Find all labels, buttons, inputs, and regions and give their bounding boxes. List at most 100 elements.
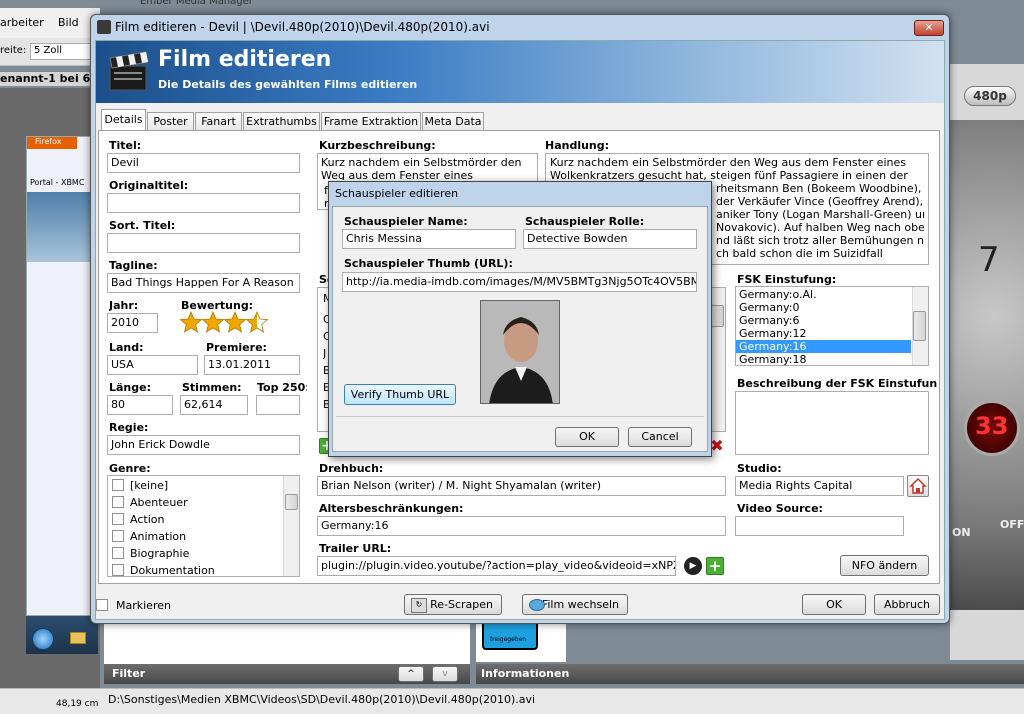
header-subtitle: Die Details des gewählten Films editiere… bbox=[158, 78, 418, 91]
sort-titel-label: Sort. Titel: bbox=[109, 219, 176, 232]
genre-list[interactable]: [keine] Abenteuer Action Animation Biogr… bbox=[107, 475, 300, 577]
actor-name-label: Schauspieler Name: bbox=[344, 215, 468, 228]
add-trailer-icon[interactable]: + bbox=[706, 557, 724, 575]
studio-input[interactable]: Media Rights Capital bbox=[735, 476, 904, 496]
sort-titel-input[interactable] bbox=[107, 233, 300, 253]
home-icon bbox=[909, 477, 927, 494]
start-orb-icon[interactable] bbox=[32, 628, 54, 650]
nfo-aendern-button[interactable]: NFO ändern bbox=[840, 555, 929, 576]
markieren-checkbox[interactable] bbox=[96, 599, 108, 611]
bg-info-label: Informationen bbox=[481, 667, 570, 680]
fsk-badge-text: freigegeben bbox=[490, 636, 527, 643]
ok-button[interactable]: OK bbox=[802, 594, 866, 615]
play-trailer-icon[interactable]: ▶ bbox=[684, 557, 702, 575]
tab-fanart[interactable]: Fanart bbox=[195, 112, 242, 130]
checkbox[interactable] bbox=[112, 530, 124, 542]
bg-app-title: Ember Media Manager bbox=[140, 0, 253, 7]
folder-icon[interactable] bbox=[70, 632, 86, 644]
jahr-input[interactable]: 2010 bbox=[107, 313, 158, 333]
dialog-app-icon bbox=[97, 20, 111, 34]
studio-home-button[interactable] bbox=[907, 475, 929, 497]
actor-name-input[interactable]: Chris Messina bbox=[342, 229, 516, 249]
checkbox[interactable] bbox=[112, 547, 124, 559]
filter-up-button[interactable]: ^ bbox=[398, 666, 424, 682]
tagline-label: Tagline: bbox=[109, 259, 158, 272]
genre-item[interactable]: Animation bbox=[108, 528, 299, 545]
bg-firefox-label[interactable]: Firefox bbox=[27, 137, 77, 149]
verify-thumb-url-button[interactable]: Verify Thumb URL bbox=[344, 384, 456, 405]
rating-stars-svg bbox=[179, 310, 269, 333]
actor-ok-button[interactable]: OK bbox=[555, 427, 619, 447]
genre-scrollbar-thumb[interactable] bbox=[285, 494, 298, 510]
titel-label: Titel: bbox=[109, 139, 142, 152]
tab-details[interactable]: Details bbox=[101, 109, 146, 131]
checkbox[interactable] bbox=[112, 513, 124, 525]
fsk-item[interactable]: Germany:0 bbox=[736, 301, 928, 314]
film-wechseln-button[interactable]: Film wechseln bbox=[522, 594, 628, 615]
tab-extrathumbs[interactable]: Extrathumbs bbox=[243, 112, 320, 130]
rescrapen-button[interactable]: ↻ Re-Scrapen bbox=[404, 594, 502, 615]
premiere-label: Premiere: bbox=[206, 341, 267, 354]
altersbeschraenkungen-input[interactable]: Germany:16 bbox=[317, 516, 726, 536]
actor-thumbnail-image bbox=[480, 300, 560, 404]
fsk-beschreibung-input[interactable] bbox=[735, 391, 929, 455]
abbruch-button[interactable]: Abbruch bbox=[874, 594, 940, 615]
bg-firefox-content bbox=[27, 192, 94, 262]
bg-480-badge: 480p bbox=[964, 86, 1016, 106]
premiere-input[interactable]: 13.01.2011 bbox=[204, 355, 300, 375]
actor-cancel-button[interactable]: Cancel bbox=[628, 427, 692, 447]
land-input[interactable]: USA bbox=[107, 355, 198, 375]
fsk-scrollbar-thumb[interactable] bbox=[913, 311, 926, 341]
top250-label: Top 250: bbox=[257, 381, 307, 394]
actor-thumb-input[interactable]: http://ia.media-imdb.com/images/M/MV5BMT… bbox=[342, 272, 697, 292]
close-icon: ✕ bbox=[924, 21, 934, 34]
genre-item[interactable]: Abenteuer bbox=[108, 494, 299, 511]
top250-input[interactable] bbox=[256, 395, 300, 415]
dialog-close-button[interactable]: ✕ bbox=[914, 20, 944, 36]
checkbox[interactable] bbox=[112, 496, 124, 508]
titel-input[interactable]: Devil bbox=[107, 153, 300, 173]
stimmen-input[interactable]: 62,614 bbox=[180, 395, 248, 415]
bg-left-panel bbox=[104, 622, 470, 664]
fsk-beschreibung-label: Beschreibung der FSK Einstufung: bbox=[737, 377, 937, 390]
drehbuch-input[interactable]: Brian Nelson (writer) / M. Night Shyamal… bbox=[317, 476, 726, 496]
rating-star bbox=[245, 310, 269, 333]
checkbox[interactable] bbox=[112, 479, 124, 491]
video-source-input[interactable] bbox=[735, 516, 904, 536]
tagline-input[interactable]: Bad Things Happen For A Reason bbox=[107, 273, 300, 293]
rescrape-icon: ↻ bbox=[411, 598, 427, 613]
rating-stars[interactable] bbox=[179, 310, 271, 335]
fsk-item[interactable]: Germany:o.Al. bbox=[736, 288, 928, 301]
kurzbeschreibung-textarea[interactable]: Kurz nachdem ein Selbstmörder den Weg au… bbox=[317, 153, 538, 181]
actor-rolle-input[interactable]: Detective Bowden bbox=[523, 229, 697, 249]
checkbox[interactable] bbox=[112, 564, 124, 576]
fsk-item-selected[interactable]: Germany:16 bbox=[736, 340, 911, 353]
fsk-item[interactable]: Germany:6 bbox=[736, 314, 928, 327]
genre-item[interactable]: Action bbox=[108, 511, 299, 528]
genre-scrollbar[interactable] bbox=[283, 476, 299, 576]
trailer-url-input[interactable]: plugin://plugin.video.youtube/?action=pl… bbox=[317, 556, 676, 576]
genre-label: Genre: bbox=[109, 462, 151, 475]
bg-doc-title: enannt-1 bei 66,7 bbox=[0, 72, 100, 86]
fsk-item[interactable]: Germany:12 bbox=[736, 327, 928, 340]
bg-firefox-tab[interactable]: Portal - XBMC bbox=[30, 178, 94, 190]
tab-frame-extraktion[interactable]: Frame Extraktion bbox=[321, 112, 421, 130]
filter-down-button[interactable]: v bbox=[432, 666, 458, 682]
tab-meta-data[interactable]: Meta Data bbox=[422, 112, 484, 130]
bg-menu-item[interactable]: arbeiten bbox=[0, 16, 44, 30]
regie-input[interactable]: John Erick Dowdle bbox=[107, 435, 300, 455]
actor-scrollbar-thumb[interactable] bbox=[711, 305, 724, 327]
bg-width-label: reite: bbox=[0, 45, 27, 56]
bg-filter-label: Filter bbox=[112, 667, 146, 680]
laenge-input[interactable]: 80 bbox=[107, 395, 173, 415]
genre-item[interactable]: Biographie bbox=[108, 545, 299, 562]
bg-width-input[interactable]: 5 Zoll bbox=[30, 43, 92, 60]
handlung-label: Handlung: bbox=[545, 139, 610, 152]
genre-item[interactable]: Dokumentation bbox=[108, 562, 299, 576]
originaltitel-input[interactable] bbox=[107, 193, 300, 213]
genre-item[interactable]: [keine] bbox=[108, 477, 299, 494]
tab-poster[interactable]: Poster bbox=[147, 112, 194, 130]
fsk-list[interactable]: Germany:o.Al. Germany:0 Germany:6 German… bbox=[735, 286, 929, 366]
bg-menu-item[interactable]: Bild bbox=[58, 16, 88, 30]
fsk-item[interactable]: Germany:18 bbox=[736, 353, 928, 365]
